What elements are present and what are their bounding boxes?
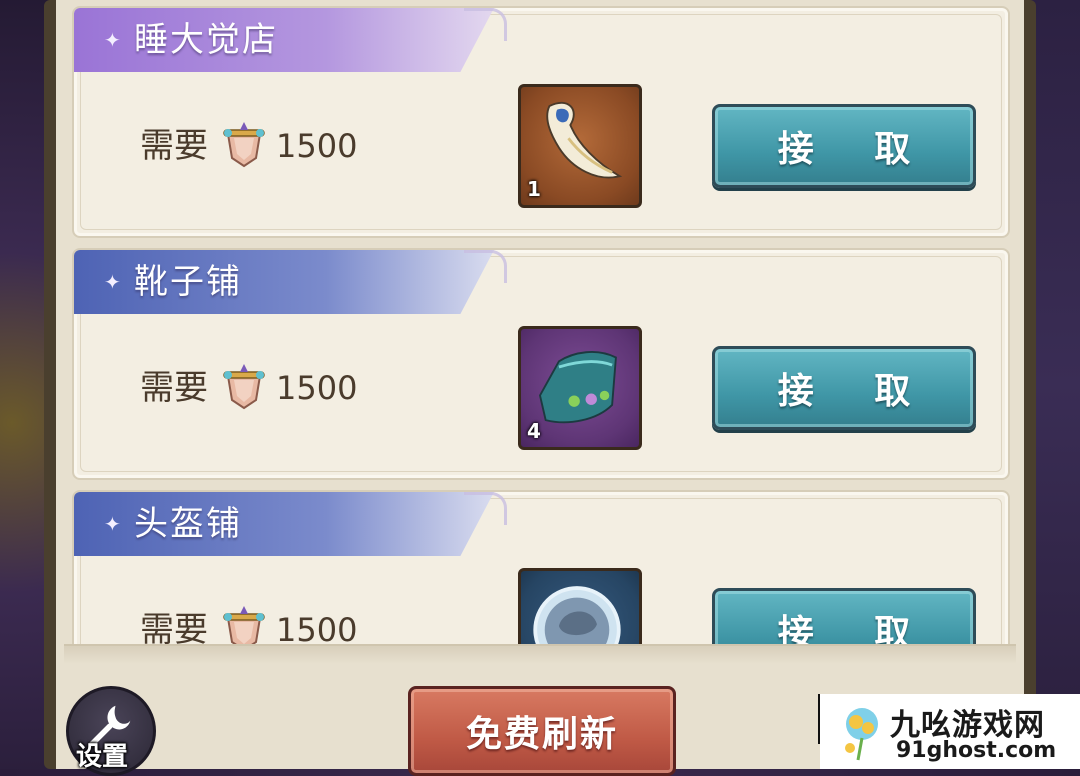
shop-card: ✦ 头盔铺 需要 1500 接 取 xyxy=(72,490,1010,650)
helmet-portrait-icon xyxy=(533,586,621,650)
banner-curl-decoration xyxy=(464,250,507,283)
shop-title: 睡大觉店 xyxy=(134,20,278,60)
item-count: 1 xyxy=(527,177,541,201)
settings-label: 设置 xyxy=(76,742,129,772)
accept-button[interactable]: 接 取 xyxy=(712,104,976,188)
watermark-url: 91ghost.com xyxy=(896,738,1057,763)
reward-item-slot[interactable] xyxy=(518,568,642,650)
shop-title: 头盔铺 xyxy=(134,504,242,544)
flower-logo-icon xyxy=(845,708,878,761)
free-refresh-label: 免费刷新 xyxy=(465,714,618,755)
cost-label: 需要 xyxy=(140,368,208,408)
crest-coin-icon xyxy=(223,364,265,410)
reward-item-slot[interactable]: 4 xyxy=(518,326,642,450)
banner-curl-decoration xyxy=(464,492,507,525)
cost-value: 1500 xyxy=(276,369,358,407)
accept-button-label: 接 取 xyxy=(777,129,935,170)
shop-list[interactable]: ✦ 睡大觉店 需要 1500 1 接 取 ✦ 靴子铺 需要 1500 4 接 取… xyxy=(64,0,1016,650)
accept-button[interactable]: 接 取 xyxy=(712,588,976,650)
item-count: 4 xyxy=(527,419,541,443)
list-bottom-edge xyxy=(64,644,1016,664)
free-refresh-button[interactable]: 免费刷新 xyxy=(408,686,676,776)
sparkle-icon: ✦ xyxy=(104,512,121,536)
cost-label: 需要 xyxy=(140,126,208,166)
sparkle-icon: ✦ xyxy=(104,270,121,294)
cost-value: 1500 xyxy=(276,127,358,165)
accept-button[interactable]: 接 取 xyxy=(712,346,976,430)
shop-card: ✦ 靴子铺 需要 1500 4 接 取 xyxy=(72,248,1010,480)
sparkle-icon: ✦ xyxy=(104,28,121,52)
banner-curl-decoration xyxy=(464,8,507,41)
reward-item-slot[interactable]: 1 xyxy=(518,84,642,208)
watermark: 九吆游戏网 91ghost.com xyxy=(820,694,1080,769)
shop-card: ✦ 睡大觉店 需要 1500 1 接 取 xyxy=(72,6,1010,238)
accept-button-label: 接 取 xyxy=(777,371,935,412)
crest-coin-icon xyxy=(223,122,265,168)
shop-title: 靴子铺 xyxy=(134,262,242,302)
